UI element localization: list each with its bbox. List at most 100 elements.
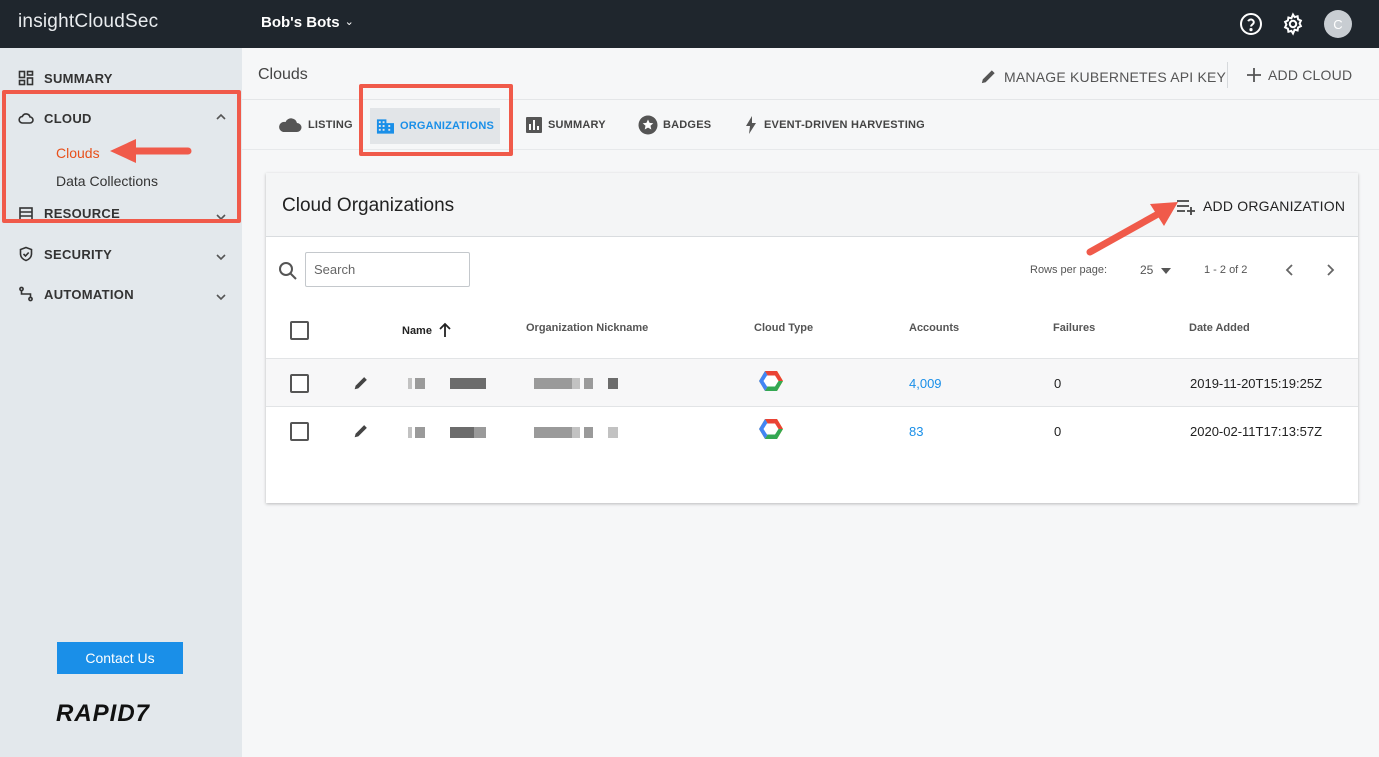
top-bar: insightCloudSec Bob's Bots ⌄ C (0, 0, 1379, 48)
building-icon (376, 119, 394, 134)
org-name: Bob's Bots (261, 14, 340, 31)
add-cloud-label: ADD CLOUD (1268, 67, 1353, 83)
column-header-accounts[interactable]: Accounts (909, 322, 959, 334)
sidebar-item-data-collections[interactable]: Data Collections (56, 173, 158, 189)
manage-kubernetes-api-key-button[interactable]: MANAGE KUBERNETES API KEY (979, 67, 1226, 86)
contact-us-button[interactable]: Contact Us (57, 642, 183, 674)
automation-icon (19, 286, 33, 302)
tab-listing[interactable]: LISTING (271, 108, 359, 142)
card-header: Cloud Organizations ADD ORGANIZATION (266, 173, 1358, 237)
redacted-name (474, 427, 486, 438)
gcp-icon (759, 371, 783, 391)
sidebar-item-automation[interactable]: AUTOMATION (18, 286, 134, 302)
chevron-down-icon: ⌄ (344, 16, 354, 28)
row-checkbox[interactable] (290, 374, 309, 393)
column-header-failures[interactable]: Failures (1053, 322, 1095, 334)
sort-ascending-icon (439, 322, 451, 337)
redacted-name (450, 378, 486, 389)
bolt-icon (746, 116, 756, 134)
tab-label: SUMMARY (548, 119, 606, 131)
manage-k8s-label: MANAGE KUBERNETES API KEY (1004, 68, 1227, 85)
tab-badges[interactable]: BADGES (632, 108, 717, 142)
rows-per-page-select[interactable]: 25 (1140, 263, 1153, 277)
gcp-icon (759, 419, 783, 439)
sidebar-item-cloud[interactable]: CLOUD (18, 110, 92, 126)
pencil-icon[interactable] (352, 374, 370, 392)
redacted-nickname (534, 378, 572, 389)
failures-value: 0 (1054, 376, 1062, 391)
column-header-date-added[interactable]: Date Added (1189, 322, 1250, 334)
accounts-link[interactable]: 83 (909, 424, 923, 439)
column-header-cloud-type[interactable]: Cloud Type (754, 322, 813, 334)
row-checkbox[interactable] (290, 422, 309, 441)
sidebar-item-clouds[interactable]: Clouds (56, 145, 100, 161)
sidebar-item-label: SUMMARY (44, 70, 113, 86)
sidebar-item-security[interactable]: SECURITY (18, 246, 112, 262)
redacted-nickname (608, 427, 618, 438)
help-icon[interactable] (1239, 12, 1263, 36)
avatar[interactable]: C (1324, 10, 1352, 38)
tab-label: LISTING (308, 119, 353, 131)
pencil-icon (981, 70, 995, 84)
header-divider (1227, 62, 1228, 88)
sidebar-item-label: SECURITY (44, 246, 113, 262)
cloud-icon (279, 118, 302, 132)
chevron-right-icon[interactable] (1322, 262, 1338, 278)
chevron-left-icon[interactable] (1282, 262, 1298, 278)
redacted-nickname (572, 378, 580, 389)
sidebar-item-label: AUTOMATION (44, 286, 134, 302)
card-title: Cloud Organizations (282, 195, 455, 216)
chevron-down-icon[interactable] (214, 290, 228, 304)
cloud-organizations-card: Cloud Organizations ADD ORGANIZATION Row… (266, 173, 1358, 503)
search-input[interactable] (305, 252, 470, 287)
brand-logo[interactable]: insightCloudSec (18, 11, 158, 33)
column-header-nickname[interactable]: Organization Nickname (526, 322, 648, 334)
sidebar-item-summary[interactable]: SUMMARY (18, 70, 113, 86)
rows-per-page-label: Rows per page: (1030, 264, 1108, 276)
shield-icon (19, 246, 33, 262)
breadcrumb: Clouds (258, 66, 308, 83)
chevron-up-icon[interactable] (214, 110, 228, 124)
page-header: Clouds MANAGE KUBERNETES API KEY ADD CLO… (242, 48, 1379, 100)
rapid7-logo: RAPID7 (56, 700, 151, 727)
redacted-nickname (584, 427, 593, 438)
tab-summary[interactable]: SUMMARY (519, 108, 612, 142)
tab-organizations[interactable]: ORGANIZATIONS (370, 108, 500, 144)
redacted-name (415, 378, 425, 389)
tab-label: ORGANIZATIONS (399, 120, 494, 132)
add-cloud-button[interactable]: ADD CLOUD (1246, 67, 1352, 83)
pagination-info: 1 - 2 of 2 (1204, 264, 1248, 276)
tab-event-driven-harvesting[interactable]: EVENT-DRIVEN HARVESTING (737, 108, 931, 142)
chevron-down-icon[interactable] (214, 250, 228, 264)
date-added-value: 2019-11-20T15:19:25Z (1190, 376, 1323, 391)
tab-bar: LISTING ORGANIZATIONS SUMMARY BADGES EVE… (242, 100, 1379, 150)
resource-icon (19, 207, 33, 220)
chart-icon (526, 117, 542, 133)
accounts-link[interactable]: 4,009 (909, 376, 942, 391)
chevron-down-icon[interactable] (214, 210, 228, 224)
redacted-name (408, 427, 412, 438)
redacted-name (450, 427, 474, 438)
failures-value: 0 (1054, 424, 1062, 439)
redacted-nickname (608, 378, 618, 389)
redacted-nickname (584, 378, 593, 389)
cloud-icon (18, 113, 34, 124)
sidebar-item-resource[interactable]: RESOURCE (18, 206, 120, 220)
add-organization-button[interactable]: ADD ORGANIZATION (1176, 197, 1345, 215)
sidebar-item-label: CLOUD (44, 110, 92, 126)
add-org-label: ADD ORGANIZATION (1203, 198, 1346, 214)
sidebar: SUMMARY CLOUD Clouds Data Collections RE… (0, 48, 242, 757)
redacted-nickname (534, 427, 572, 438)
column-header-name[interactable]: Name (402, 322, 453, 338)
date-added-value: 2020-02-11T17:13:57Z (1190, 424, 1323, 439)
sidebar-item-label: RESOURCE (44, 206, 121, 220)
grid-icon (18, 70, 34, 86)
pencil-icon[interactable] (352, 422, 370, 440)
tab-label: EVENT-DRIVEN HARVESTING (764, 119, 925, 131)
caret-down-icon[interactable] (1161, 268, 1171, 274)
star-badge-icon (638, 115, 658, 135)
select-all-checkbox[interactable] (290, 321, 309, 340)
org-switcher[interactable]: Bob's Bots ⌄ (261, 14, 354, 31)
gear-icon[interactable] (1281, 12, 1305, 36)
search-icon (279, 262, 297, 280)
